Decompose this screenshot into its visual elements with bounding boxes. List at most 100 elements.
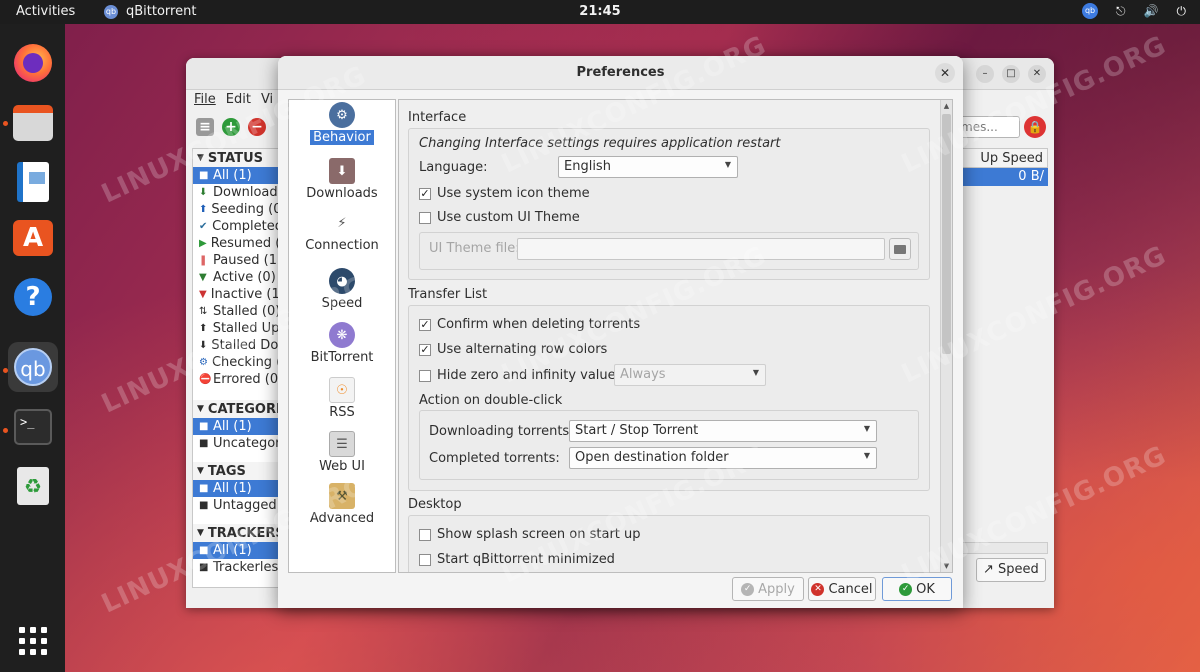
dock-app-center[interactable]: A xyxy=(8,213,58,263)
category-all[interactable]: ■ All (1) xyxy=(193,418,283,435)
dock-files[interactable] xyxy=(8,98,58,148)
folder-icon xyxy=(894,244,906,254)
interface-group-title: Interface xyxy=(408,110,467,125)
close-icon[interactable]: ✕ xyxy=(935,63,955,83)
checkbox-box: ✓ xyxy=(419,342,431,356)
writer-icon xyxy=(17,162,49,202)
qbittorrent-tray-icon[interactable]: qb xyxy=(1082,3,1099,19)
status-resumed[interactable]: ▶ Resumed (1 xyxy=(193,235,283,252)
ok-button[interactable]: ✓ OK xyxy=(882,577,952,601)
dock-writer[interactable] xyxy=(8,157,58,207)
completed-action-select[interactable]: Open destination folder ▼ xyxy=(569,447,877,469)
downloading-action-select[interactable]: Start / Stop Torrent ▼ xyxy=(569,420,877,442)
tracker-trackerless[interactable]: ■ Trackerles xyxy=(193,559,283,576)
cancel-button[interactable]: ✕ Cancel xyxy=(808,577,876,601)
category-downloads[interactable]: ⬇ Downloads xyxy=(289,158,395,201)
apply-button[interactable]: ✓ Apply xyxy=(732,577,804,601)
completed-torrents-label: Completed torrents: xyxy=(429,451,560,466)
status-stalled-download[interactable]: ⬇ Stalled Dow xyxy=(193,337,283,354)
status-inactive[interactable]: ▼ Inactive (1) xyxy=(193,286,283,303)
language-select[interactable]: English ▼ xyxy=(558,156,738,178)
terminal-icon: >_ xyxy=(14,409,52,445)
show-apps-button[interactable] xyxy=(8,616,58,666)
close-icon[interactable]: ✕ xyxy=(1028,65,1046,83)
category-connection[interactable]: ⚡ Connection xyxy=(289,210,395,254)
vertical-scrollbar[interactable]: ▲ ▼ xyxy=(940,100,952,572)
status-completed[interactable]: ✔ Completed xyxy=(193,218,283,235)
category-webui[interactable]: ☰ Web UI xyxy=(289,431,395,474)
filter-search-input[interactable]: mes... xyxy=(956,116,1020,138)
volume-icon: 🔊 xyxy=(1143,4,1159,18)
status-errored[interactable]: ⛔ Errored (0 xyxy=(193,371,283,388)
speedometer-icon: ◕ xyxy=(329,268,355,294)
tag-untagged[interactable]: ■ Untagged xyxy=(193,497,283,514)
dock-qbittorrent[interactable]: qb xyxy=(8,342,58,392)
confirm-delete-checkbox[interactable]: ✓ Confirm when deleting torrents xyxy=(419,317,640,332)
dock-help[interactable]: ? xyxy=(8,272,58,322)
menu-edit[interactable]: Edit xyxy=(226,92,251,107)
trackers-section-header[interactable]: ▼ TRACKERS xyxy=(193,524,283,542)
chevron-down-icon: ▼ xyxy=(863,424,870,433)
clock[interactable]: 21:45 xyxy=(0,4,1200,19)
remove-torrent-icon[interactable]: − xyxy=(248,118,266,136)
dock-terminal[interactable]: >_ xyxy=(8,402,58,452)
qbittorrent-icon: qb xyxy=(14,348,52,386)
speed-tab-button[interactable]: ↗ Speed xyxy=(976,558,1046,582)
status-stalled[interactable]: ⇅ Stalled (0) xyxy=(193,303,283,320)
cancel-icon: ✕ xyxy=(811,582,825,596)
table-row[interactable]: 0 B/ xyxy=(962,168,1048,186)
gear-icon: ⚙ xyxy=(329,102,355,128)
scroll-down-icon[interactable]: ▼ xyxy=(941,560,952,572)
tags-section-header[interactable]: ▼ TAGS xyxy=(193,462,283,480)
maximize-icon[interactable]: □ xyxy=(1002,65,1020,83)
dock-firefox[interactable] xyxy=(8,38,58,88)
status-seeding[interactable]: ⬆ Seeding (0) xyxy=(193,201,283,218)
horizontal-scrollbar[interactable] xyxy=(962,542,1048,554)
system-tray[interactable]: qb ⎋ 🔊 ⏻ xyxy=(1082,3,1186,19)
categories-section-header[interactable]: ▼ CATEGORI xyxy=(193,400,283,418)
menu-file[interactable]: File xyxy=(194,92,216,107)
scrollbar-thumb[interactable] xyxy=(942,114,951,354)
trash-icon: ♻ xyxy=(17,467,49,505)
status-checking[interactable]: ⚙ Checking (0 xyxy=(193,354,283,371)
status-active[interactable]: ▼ Active (0) xyxy=(193,269,283,286)
alternating-row-colors-checkbox[interactable]: ✓ Use alternating row colors xyxy=(419,342,607,357)
minimize-icon[interactable]: – xyxy=(976,65,994,83)
scroll-up-icon[interactable]: ▲ xyxy=(941,100,952,112)
splash-screen-checkbox[interactable]: Show splash screen on start up xyxy=(419,527,641,542)
category-uncategorized[interactable]: ■ Uncategor xyxy=(193,435,283,452)
category-speed[interactable]: ◕ Speed xyxy=(289,268,395,311)
lock-icon[interactable]: 🔒 xyxy=(1024,116,1046,138)
dock-trash[interactable]: ♻ xyxy=(8,461,58,511)
category-advanced[interactable]: ⚒ Advanced xyxy=(289,483,395,526)
use-custom-ui-theme-checkbox[interactable]: Use custom UI Theme xyxy=(419,210,580,225)
desktop-group-title: Desktop xyxy=(408,497,462,512)
category-rss[interactable]: ☉ RSS xyxy=(289,377,395,420)
dialog-title: Preferences xyxy=(278,56,963,90)
browse-button[interactable] xyxy=(889,238,911,260)
status-downloading[interactable]: ⬇ Downloadi xyxy=(193,184,283,201)
tracker-all[interactable]: ■ All (1) xyxy=(193,542,283,559)
category-bittorrent[interactable]: ❋ BitTorrent xyxy=(289,322,395,365)
category-list: ⚙ Behavior ⬇ Downloads ⚡ Connection ◕ Sp… xyxy=(288,99,396,573)
use-system-icon-theme-checkbox[interactable]: ✓ Use system icon theme xyxy=(419,186,590,201)
add-torrent-icon[interactable]: + xyxy=(222,118,240,136)
status-all[interactable]: ■ All (1) xyxy=(193,167,283,184)
ui-theme-file-label: UI Theme file: xyxy=(429,241,520,256)
chevron-down-icon: ▼ xyxy=(863,451,870,460)
tag-all[interactable]: ■ All (1) xyxy=(193,480,283,497)
status-section-header[interactable]: ▼ STATUS xyxy=(193,149,283,167)
rss-downloader-icon[interactable]: ≡ xyxy=(196,118,214,136)
column-header-up-speed[interactable]: Up Speed xyxy=(962,148,1048,168)
status-stalled-upload[interactable]: ⬆ Stalled Upl xyxy=(193,320,283,337)
hide-zero-values-checkbox[interactable]: Hide zero and infinity values xyxy=(419,368,622,383)
category-behavior[interactable]: ⚙ Behavior xyxy=(289,102,395,145)
checkbox-box xyxy=(419,553,431,566)
status-paused[interactable]: ❚ Paused (1) xyxy=(193,252,283,269)
hide-zero-mode-select[interactable]: Always ▼ xyxy=(614,364,766,386)
ui-theme-file-input[interactable] xyxy=(517,238,885,260)
plug-icon: ⚡ xyxy=(337,215,347,231)
checkbox-box xyxy=(419,528,431,541)
start-minimized-checkbox[interactable]: Start qBittorrent minimized xyxy=(419,552,615,567)
menu-view[interactable]: Vi xyxy=(261,92,273,107)
